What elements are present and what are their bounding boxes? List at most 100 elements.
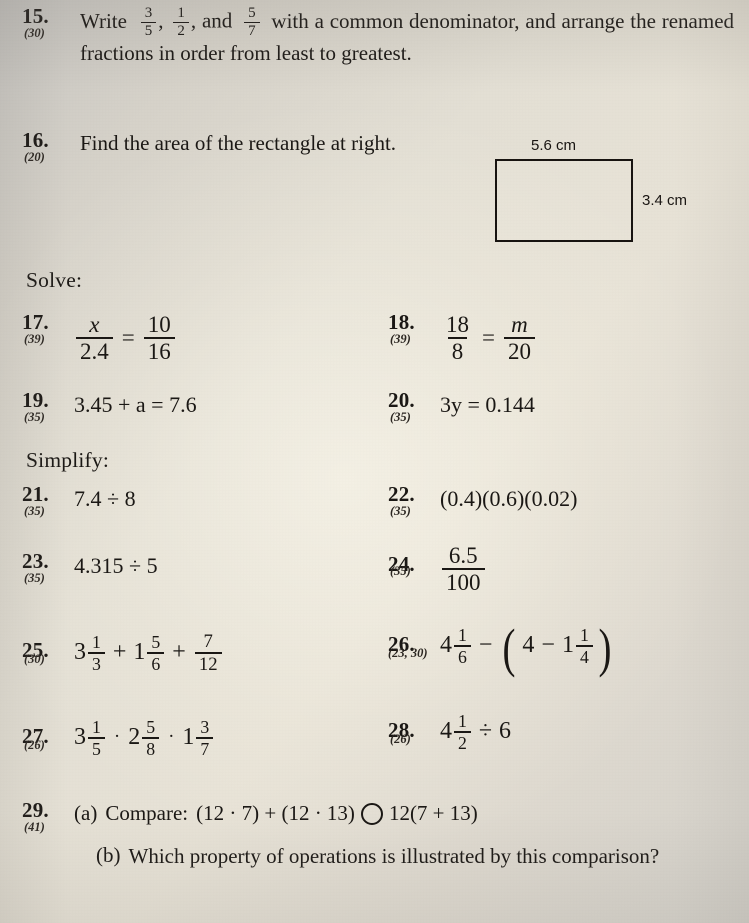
comparison-circle-icon[interactable]: [360, 802, 383, 825]
problem-19-number-col: 19. (35): [22, 388, 74, 425]
problem-26-open-paren: (: [502, 617, 516, 678]
fraction-numerator: 18: [446, 312, 469, 337]
problem-15-separator-2: , and: [190, 8, 233, 33]
problem-21-expression: 7.4 ÷ 8: [74, 486, 136, 511]
mixed-whole: 2: [128, 724, 141, 751]
fraction-denominator: 6: [147, 652, 165, 673]
problem-18-number: 18.: [388, 310, 415, 334]
rectangle-shape: [495, 159, 633, 242]
problem-26-expression: 4 1 6 − ( 4 − 1 1 4 ): [440, 617, 615, 678]
problem-17: 17. (39) x 2.4 = 10 16: [22, 312, 177, 364]
fraction-numerator: 1: [92, 631, 101, 652]
problem-20-reference: (35): [390, 410, 411, 424]
problem-24-fraction: 6.5 100: [442, 544, 485, 595]
problem-29-part-a-right-expression: 12(7 + 13): [388, 801, 478, 825]
problem-29-part-b-text: Which property of operations is illustra…: [128, 843, 660, 868]
problem-18-body: 18 8 = m 20: [440, 312, 537, 364]
problem-17-left-fraction: x 2.4: [76, 313, 113, 364]
fraction-denominator: 8: [142, 737, 160, 758]
problem-17-number-col: 17. (39): [22, 312, 74, 347]
problem-27-reference: (26): [24, 738, 45, 752]
problem-26-term-2: 1 1 4: [562, 626, 594, 666]
fraction-denominator: 5: [140, 22, 157, 39]
problem-25-term-1: 3 1 3: [74, 633, 106, 673]
problem-25-expression: 3 1 3 + 1 5 6 + 7 12: [74, 632, 224, 674]
problem-29-part-a-label: (a): [74, 801, 98, 825]
fraction-numerator: 10: [147, 312, 171, 337]
problem-22-number-col: 22. (35): [388, 482, 440, 519]
problem-19-number: 19.: [22, 388, 49, 412]
problem-24-number-col: 24. (35): [388, 544, 440, 579]
fraction-denominator: 3: [88, 652, 105, 673]
problem-23-expression: 4.315 ÷ 5: [74, 553, 158, 578]
rectangle-top-dimension-label: 5.6 cm: [531, 137, 577, 154]
rectangle-right-dimension-label: 3.4 cm: [642, 192, 688, 209]
problem-15: 15. (30) Write 3 5 , 1 2 , and 5 7 with …: [22, 5, 734, 67]
fraction-denominator: 100: [442, 568, 485, 595]
problem-26-operator-1: −: [478, 632, 493, 659]
problem-27-term-2: 2 5 8: [128, 718, 160, 758]
problem-22-expression: (0.4)(0.6)(0.02): [440, 486, 578, 511]
problem-25-body: 3 1 3 + 1 5 6 + 7 12: [74, 632, 224, 674]
problem-16-reference: (20): [24, 150, 45, 164]
problem-26-reference: (23, 30): [388, 646, 428, 660]
problem-25-term-2: 1 5 6: [133, 633, 165, 673]
problem-17-right-fraction: 10 16: [143, 312, 175, 364]
problem-28-number-col: 28. (26): [388, 712, 440, 747]
mixed-whole: 4: [440, 718, 452, 745]
problem-29-body: (a) Compare: (12 · 7) + (12 · 13) 12(7 +…: [74, 800, 742, 870]
problem-26-close-paren: ): [598, 617, 612, 678]
problem-26: 26. (23, 30) 4 1 6 − ( 4 − 1 1 4): [388, 617, 615, 678]
mixed-whole: 1: [561, 632, 574, 659]
problem-19-reference: (35): [24, 410, 45, 424]
mixed-fraction: 5 6: [147, 633, 165, 673]
problem-15-number-col: 15. (30): [22, 6, 80, 41]
problem-29-part-a-left-expression: (12 · 7) + (12 · 13): [196, 801, 355, 825]
fraction-denominator: 4: [575, 645, 593, 666]
mixed-fraction: 1 6: [454, 626, 471, 666]
fraction-numerator: 7: [203, 631, 213, 652]
problem-29-number-col: 29. (41): [22, 798, 74, 835]
problem-18-equals: =: [482, 325, 495, 351]
problem-15-fraction-2: 1 2: [173, 5, 189, 40]
solve-heading: Solve:: [26, 268, 83, 292]
problem-15-fraction-3: 5 7: [244, 5, 260, 40]
fraction-denominator: 12: [194, 652, 222, 674]
fraction-numerator: m: [511, 312, 528, 337]
problem-21-number: 21.: [22, 482, 49, 506]
problem-18-equation: 18 8 = m 20: [440, 313, 537, 364]
problem-23-number-col: 23. (35): [22, 549, 74, 586]
problem-27-number-col: 27. (26): [22, 718, 74, 753]
problem-20-number: 20.: [388, 388, 415, 412]
problem-25-term-3: 7 12: [194, 631, 222, 674]
problem-27-term-3: 1 3 7: [182, 718, 214, 758]
problem-21-reference: (35): [24, 504, 45, 518]
fraction-denominator: 8: [447, 337, 468, 364]
problem-29-part-a-lead: Compare:: [105, 801, 189, 825]
problem-18: 18. (39) 18 8 = m 20: [388, 312, 537, 364]
problem-24-body: 6.5 100: [440, 544, 487, 595]
worksheet-page: 15. (30) Write 3 5 , 1 2 , and 5 7 with …: [0, 0, 749, 923]
problem-29-part-a: (a) Compare: (12 · 7) + (12 · 13) 12(7 +…: [74, 800, 742, 828]
problem-27: 27. (26) 3 1 5 · 2 5 8 · 1 3 7: [22, 718, 214, 758]
problem-22-number: 22.: [388, 482, 415, 506]
fraction-numerator: 1: [458, 625, 467, 645]
mixed-fraction: 1 3: [88, 633, 105, 673]
problem-23-number: 23.: [22, 549, 49, 573]
problem-22: 22. (35) (0.4)(0.6)(0.02): [388, 482, 578, 519]
problem-15-body: Write 3 5 , 1 2 , and 5 7 with a common …: [80, 5, 734, 67]
problem-19: 19. (35) 3.45 + a = 7.6: [22, 388, 197, 425]
fraction-denominator: 2: [454, 731, 471, 752]
problem-29-part-b: (b) Which property of operations is illu…: [74, 842, 742, 871]
problem-27-body: 3 1 5 · 2 5 8 · 1 3 7: [74, 718, 214, 758]
problem-29-number: 29.: [22, 798, 49, 822]
fraction-denominator: 6: [454, 645, 471, 666]
problem-16-body: Find the area of the rectangle at right.: [80, 131, 397, 155]
problem-17-equation: x 2.4 = 10 16: [74, 313, 177, 364]
mixed-fraction: 3 7: [196, 718, 214, 758]
fraction-denominator: 5: [88, 737, 105, 758]
problem-29-part-b-label: (b): [96, 842, 121, 867]
mixed-whole: 3: [74, 639, 86, 666]
problem-24: 24. (35) 6.5 100: [388, 544, 487, 595]
problem-28-term-2: 6: [499, 718, 512, 745]
